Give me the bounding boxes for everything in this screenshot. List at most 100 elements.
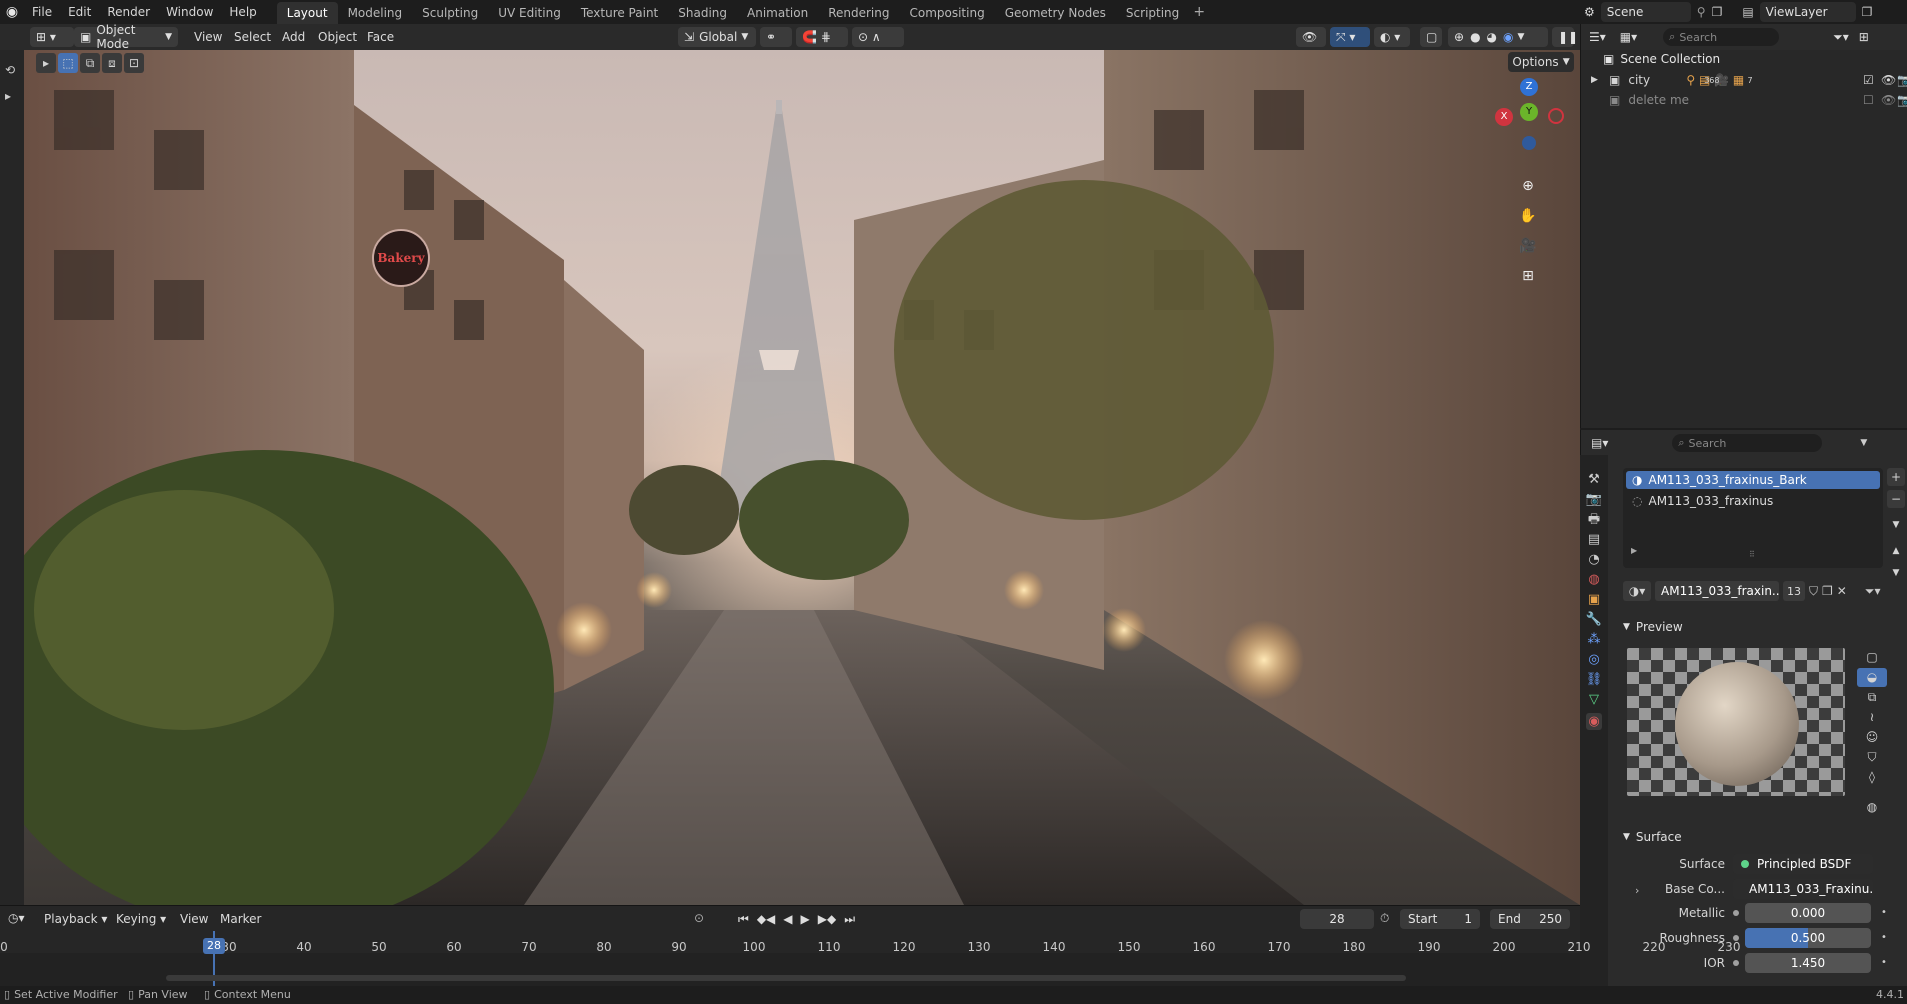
display-mode-icon[interactable]: ▦▾: [1620, 31, 1637, 43]
outliner-editor-icon[interactable]: ☰▾: [1589, 31, 1606, 43]
frame-ruler[interactable]: 0 30 40 50 60 70 80 90 100 110 120 130 140 150 160 170…: [0, 931, 1740, 954]
keyframe-dot-icon[interactable]: •: [1881, 932, 1887, 943]
material-shading-icon[interactable]: ◕: [1487, 30, 1497, 44]
scene-icon[interactable]: ⚙: [1584, 6, 1595, 18]
output-tab-icon[interactable]: 🖶: [1588, 513, 1600, 526]
play-reverse-icon[interactable]: ◀: [783, 912, 792, 927]
tab-layout[interactable]: Layout: [276, 2, 338, 24]
preview-cloth-icon[interactable]: ⛉: [1857, 748, 1887, 767]
menu-window[interactable]: Window: [158, 0, 221, 24]
select-tool-icon[interactable]: ▸: [5, 90, 11, 102]
preview-monkey-icon[interactable]: ☺: [1857, 728, 1887, 747]
tab-animation[interactable]: Animation: [737, 2, 818, 24]
3d-viewport[interactable]: Bakery ▸ ⬚ ⧉ ⧈ ⊡ Options ▼ Z Y X ⊕ ✋ 🎥 ⊞: [24, 50, 1580, 905]
timeline-area[interactable]: 0 30 40 50 60 70 80 90 100 110 120 130 140 150 160 170…: [0, 931, 1740, 986]
current-frame-field[interactable]: 28: [1300, 909, 1374, 929]
preview-hair-icon[interactable]: ≀: [1857, 708, 1887, 727]
jump-end-icon[interactable]: ⏭: [844, 912, 855, 927]
timeline-menu-keying[interactable]: Keying ▾: [116, 909, 166, 929]
gizmo-y-axis[interactable]: Y: [1520, 103, 1538, 121]
scene-tab-icon[interactable]: ◔: [1588, 553, 1599, 566]
material-slot-selected[interactable]: ◑ AM113_033_fraxinus_Bark: [1626, 471, 1880, 489]
menu-file[interactable]: File: [24, 0, 60, 24]
checkbox-icon[interactable]: ☐: [1863, 93, 1874, 107]
play-icon[interactable]: ▶: [801, 912, 810, 927]
menu-help[interactable]: Help: [221, 0, 264, 24]
gizmo-z-axis[interactable]: Z: [1520, 78, 1538, 96]
camera-render-icon[interactable]: 📷: [1897, 73, 1907, 87]
physics-tab-icon[interactable]: ◎: [1588, 653, 1599, 666]
cursor-tool-icon[interactable]: ⟲: [5, 64, 15, 76]
view-layer-selector[interactable]: ViewLayer: [1759, 2, 1856, 22]
blender-logo-icon[interactable]: ◉: [0, 5, 24, 19]
material-filter-icon[interactable]: ⏷▾: [1865, 585, 1881, 597]
tab-scripting[interactable]: Scripting: [1116, 2, 1189, 24]
visibility-button[interactable]: 👁: [1296, 27, 1326, 47]
tab-shading[interactable]: Shading: [668, 2, 737, 24]
tab-rendering[interactable]: Rendering: [818, 2, 899, 24]
chevron-down-icon[interactable]: ▼: [1860, 438, 1867, 448]
surface-section-header[interactable]: ▼ Surface: [1623, 830, 1682, 844]
auto-keying-icon[interactable]: ⊙: [694, 912, 704, 924]
shading-modes[interactable]: ⊕ ● ◕ ◉ ▼: [1448, 27, 1548, 47]
tab-modeling[interactable]: Modeling: [338, 2, 413, 24]
tab-uv-editing[interactable]: UV Editing: [488, 2, 571, 24]
preview-flat-icon[interactable]: ▢: [1857, 648, 1887, 667]
add-workspace-icon[interactable]: +: [1189, 5, 1209, 19]
jump-start-icon[interactable]: ⏮: [738, 912, 749, 927]
properties-search-input[interactable]: ⌕ Search: [1672, 434, 1823, 452]
stopwatch-icon[interactable]: ⏱: [1380, 912, 1389, 924]
viewport-menu-view[interactable]: View: [194, 27, 222, 47]
camera-render-icon[interactable]: 📷: [1897, 93, 1907, 107]
outliner-search-input[interactable]: ⌕ Search: [1663, 28, 1780, 46]
viewport-menu-select[interactable]: Select: [234, 27, 271, 47]
tweak-tool-icon[interactable]: ▸: [36, 53, 56, 73]
select-subtract-icon[interactable]: ⧈: [102, 53, 122, 73]
gizmo-x-axis[interactable]: X: [1495, 108, 1513, 126]
tool-settings-tab-icon[interactable]: ⚒: [1588, 473, 1600, 486]
select-intersect-icon[interactable]: ⊡: [124, 53, 144, 73]
duplicate-material-icon[interactable]: ❐: [1822, 585, 1833, 597]
object-tab-icon[interactable]: ▣: [1588, 593, 1600, 606]
camera-view-icon[interactable]: 🎥: [1516, 234, 1540, 258]
end-frame-field[interactable]: End 250: [1490, 909, 1570, 929]
select-new-icon[interactable]: ⬚: [58, 53, 78, 73]
eye-icon[interactable]: 👁: [1881, 73, 1896, 87]
eye-icon[interactable]: 👁: [1881, 93, 1896, 107]
menu-render[interactable]: Render: [99, 0, 158, 24]
keyframe-dot-icon[interactable]: •: [1881, 957, 1887, 968]
outliner-row-delete-me[interactable]: ▣ delete me ☐ 👁 📷: [1591, 91, 1907, 109]
timeline-menu-playback[interactable]: Playback ▾: [44, 909, 107, 929]
roughness-slider[interactable]: 0.500: [1745, 928, 1871, 948]
snapping-button[interactable]: 🧲 ⋕: [796, 27, 848, 47]
resize-grip-icon[interactable]: ⠿: [1749, 550, 1755, 559]
filter-icon[interactable]: ⏷▾: [1833, 31, 1849, 43]
modifier-tab-icon[interactable]: 🔧: [1586, 613, 1602, 626]
material-tab-icon[interactable]: ◉: [1586, 713, 1602, 730]
viewport-menu-add[interactable]: Add: [282, 27, 305, 47]
new-view-layer-icon[interactable]: ❐: [1862, 6, 1873, 18]
data-tab-icon[interactable]: ▽: [1589, 693, 1599, 706]
proportional-edit-button[interactable]: ⊙ ∧: [852, 27, 904, 47]
preview-cube-icon[interactable]: ⧉: [1857, 688, 1887, 707]
tab-compositing[interactable]: Compositing: [899, 2, 994, 24]
remove-slot-icon[interactable]: −: [1887, 490, 1905, 508]
pan-hand-icon[interactable]: ✋: [1516, 204, 1540, 228]
viewport-menu-object[interactable]: Object: [318, 27, 357, 47]
world-tab-icon[interactable]: ◍: [1588, 573, 1599, 586]
preview-section-header[interactable]: ▼ Preview: [1623, 620, 1683, 634]
tab-sculpting[interactable]: Sculpting: [412, 2, 488, 24]
add-slot-icon[interactable]: +: [1887, 468, 1905, 486]
navigation-gizmo[interactable]: Z Y X: [1490, 78, 1570, 168]
mode-selector[interactable]: ▣ Object Mode ▼: [74, 23, 178, 51]
unlink-material-icon[interactable]: ✕: [1837, 585, 1847, 597]
start-frame-field[interactable]: Start 1: [1400, 909, 1480, 929]
properties-editor-icon[interactable]: ▤▾: [1591, 437, 1608, 449]
timeline-editor-icon[interactable]: ◷▾: [8, 912, 25, 924]
pivot-point-button[interactable]: ⚭: [760, 27, 792, 47]
view-layer-icon[interactable]: ▤: [1742, 6, 1753, 18]
gizmo-negative-x[interactable]: [1548, 108, 1564, 124]
playhead-frame-badge[interactable]: 28: [203, 938, 225, 954]
particles-tab-icon[interactable]: ⁂: [1588, 633, 1601, 646]
zoom-icon[interactable]: ⊕: [1516, 174, 1540, 198]
